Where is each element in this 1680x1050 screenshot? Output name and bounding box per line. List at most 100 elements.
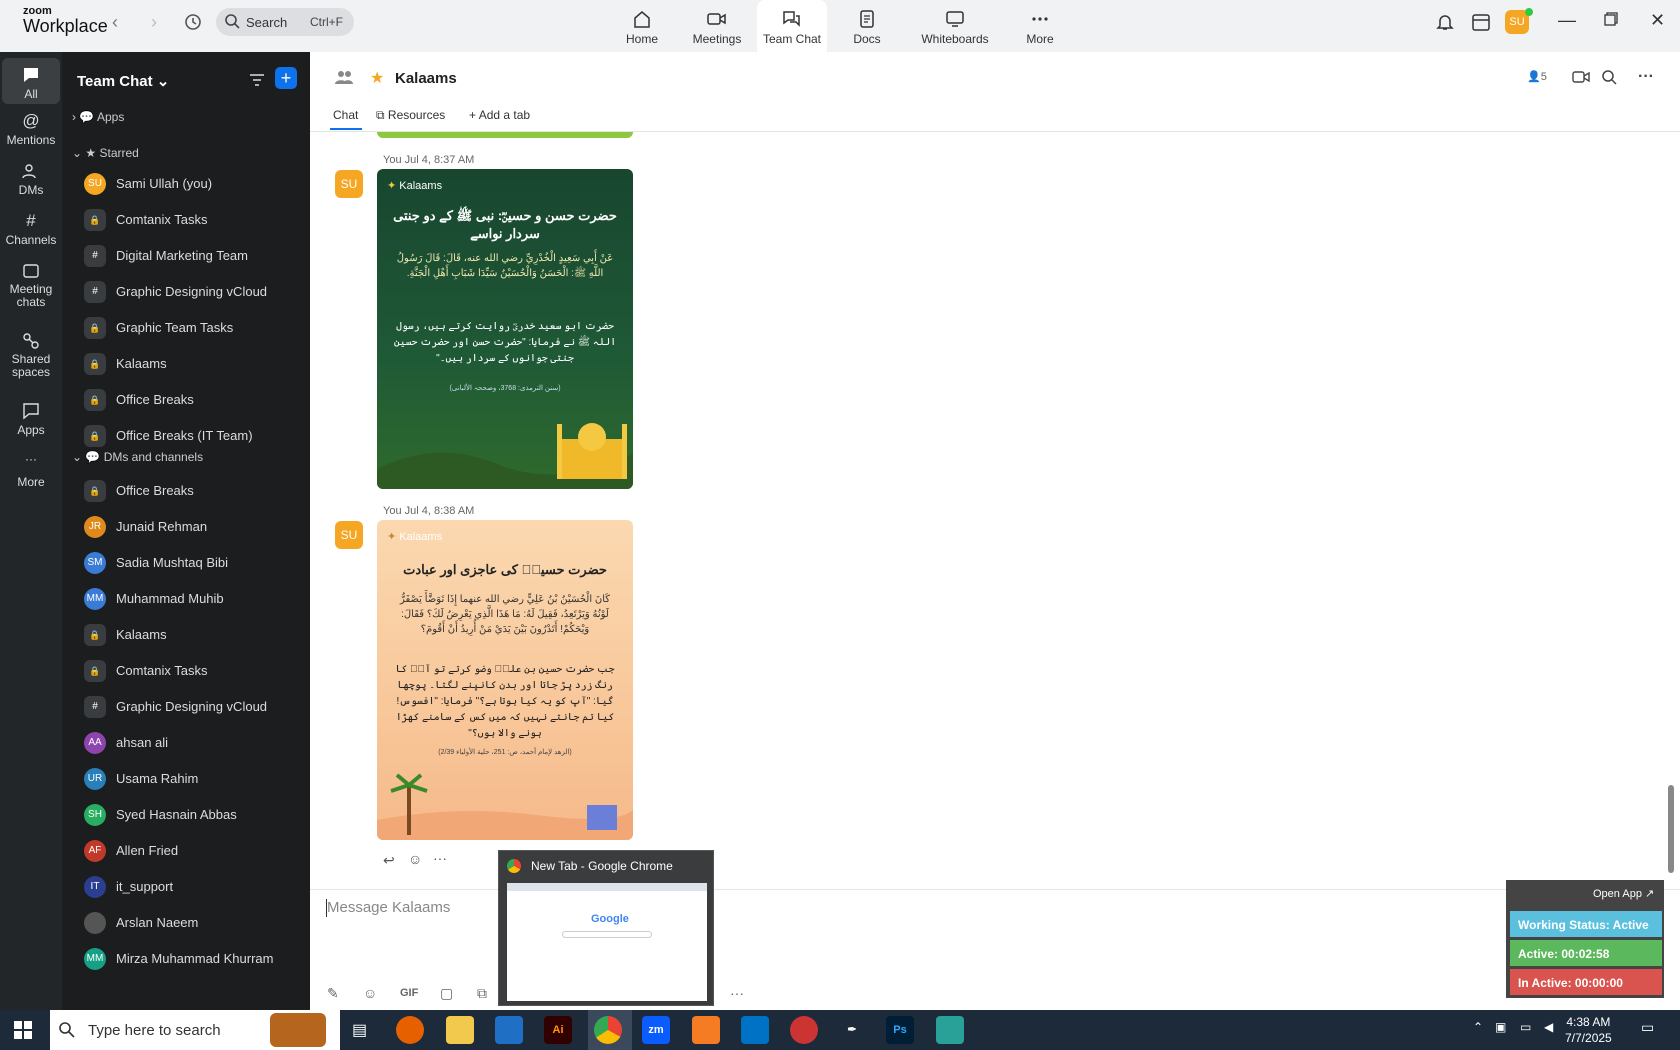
windows-start-icon[interactable]	[14, 1021, 32, 1039]
pen-tool-icon[interactable]: ✒	[838, 1016, 866, 1044]
bell-icon[interactable]	[1435, 12, 1455, 32]
chrome-taskbar-icon[interactable]	[594, 1016, 622, 1044]
rail-more[interactable]: ··· More	[0, 453, 62, 489]
dms-section[interactable]: ⌄ 💬 DMs and channels	[72, 450, 203, 464]
tab-team-chat[interactable]: Team Chat	[757, 0, 827, 52]
composer-more-icon[interactable]: ···	[730, 985, 744, 1001]
list-item[interactable]: AF Allen Fried	[76, 835, 298, 867]
list-item[interactable]: SM Sadia Mushtaq Bibi	[76, 547, 298, 579]
list-item[interactable]: SH Syed Hasnain Abbas	[76, 799, 298, 831]
list-item[interactable]: # Graphic Designing vCloud	[76, 691, 298, 723]
star-icon[interactable]: ★	[370, 68, 384, 88]
file-icon[interactable]: ▢	[440, 985, 453, 1002]
outlook-icon[interactable]	[741, 1016, 769, 1044]
list-item[interactable]: SU Sami Ullah (you)	[76, 168, 298, 200]
open-app-link[interactable]: Open App ↗	[1593, 887, 1654, 900]
network-icon[interactable]: ▭	[1520, 1020, 1531, 1034]
forward-arrow-icon[interactable]: ›	[151, 12, 157, 33]
taskbar-preview[interactable]: New Tab - Google Chrome Google	[498, 850, 714, 1006]
message-input[interactable]: Message Kalaams	[327, 899, 450, 916]
tab-docs[interactable]: Docs	[847, 0, 887, 52]
search-box[interactable]: Search Ctrl+F	[216, 8, 354, 36]
list-item[interactable]: MM Mirza Muhammad Khurram	[76, 943, 298, 975]
tab-resources[interactable]: ⧉ Resources	[376, 108, 445, 123]
restore-icon[interactable]	[1604, 12, 1618, 26]
sender-avatar[interactable]: SU	[335, 170, 363, 198]
chat-scrollbar[interactable]	[1668, 785, 1674, 873]
emoji-icon[interactable]: ☺	[363, 985, 377, 1001]
minimize-icon[interactable]: —	[1558, 10, 1576, 31]
starred-section[interactable]: ⌄ ★ Starred	[72, 146, 139, 160]
list-item[interactable]: # Digital Marketing Team	[76, 240, 298, 272]
list-item[interactable]: 🔒 Comtanix Tasks	[76, 655, 298, 687]
video-call-icon[interactable]	[1572, 70, 1590, 84]
task-view-icon[interactable]: ▤	[352, 1020, 367, 1040]
rail-dms[interactable]: DMs	[0, 162, 62, 197]
tab-meetings[interactable]: Meetings	[690, 0, 744, 52]
zoom-taskbar-icon[interactable]: zm	[642, 1016, 670, 1044]
lock-icon: 🔒	[84, 317, 106, 339]
rail-meeting-chats[interactable]: Meeting chats	[0, 262, 62, 309]
list-item[interactable]: 🔒 Kalaams	[76, 619, 298, 651]
apps-section[interactable]: › 💬 Apps	[72, 110, 124, 124]
gif-button[interactable]: GIF	[400, 987, 418, 999]
tab-whiteboards[interactable]: Whiteboards	[917, 0, 993, 52]
photoshop-icon[interactable]: Ps	[886, 1016, 914, 1044]
rail-all[interactable]: All	[2, 58, 60, 104]
list-item[interactable]: 🔒 Office Breaks (IT Team)	[76, 420, 298, 452]
file-explorer-icon[interactable]	[446, 1016, 474, 1044]
list-item-label: Comtanix Tasks	[116, 212, 208, 227]
vscode-icon[interactable]	[495, 1016, 523, 1044]
notification-icon[interactable]: ▭	[1641, 1019, 1654, 1036]
list-item[interactable]: AA ahsan ali	[76, 727, 298, 759]
illustrator-icon[interactable]: Ai	[544, 1016, 572, 1044]
message-more-icon[interactable]: ···	[433, 850, 447, 866]
tab-add[interactable]: + Add a tab	[469, 108, 530, 122]
more-options-icon[interactable]: ···	[1638, 68, 1654, 86]
new-chat-button[interactable]: +	[275, 67, 297, 89]
shared-spaces-icon	[21, 332, 41, 350]
rail-shared-spaces[interactable]: Shared spaces	[0, 332, 62, 379]
search-channel-icon[interactable]	[1601, 69, 1617, 85]
filter-icon[interactable]	[248, 72, 266, 88]
list-item[interactable]: Arslan Naeem	[76, 907, 298, 939]
close-icon[interactable]: ✕	[1650, 10, 1665, 31]
sender-avatar[interactable]: SU	[335, 521, 363, 549]
list-item[interactable]: IT it_support	[76, 871, 298, 903]
taskbar-clock[interactable]: 4:38 AM 7/7/2025	[1565, 1014, 1612, 1046]
list-item[interactable]: MM Muhammad Muhib	[76, 583, 298, 615]
add-reaction-icon[interactable]: ☺	[408, 851, 422, 867]
star-icon: ★	[85, 146, 97, 160]
format-icon[interactable]: ✎	[327, 985, 339, 1002]
list-item[interactable]: 🔒 Office Breaks	[76, 475, 298, 507]
message-image-card[interactable]: ✦ Kalaams حضرت حسن و حسینؓ: نبی ﷺ کے دو …	[377, 169, 633, 489]
rail-apps[interactable]: Apps	[0, 402, 62, 437]
tab-home[interactable]: Home	[620, 0, 664, 52]
list-item[interactable]: 🔒 Office Breaks	[76, 384, 298, 416]
rail-channels[interactable]: # Channels	[0, 212, 62, 248]
list-item[interactable]: 🔒 Kalaams	[76, 348, 298, 380]
list-item[interactable]: # Graphic Designing vCloud	[76, 276, 298, 308]
tab-more[interactable]: More	[1025, 0, 1055, 52]
history-icon[interactable]	[183, 12, 203, 32]
tray-app-icon[interactable]: ▣	[1495, 1020, 1506, 1034]
back-arrow-icon[interactable]: ‹	[112, 12, 118, 33]
list-item[interactable]: 🔒 Graphic Team Tasks	[76, 312, 298, 344]
creative-cloud-icon[interactable]	[790, 1016, 818, 1044]
list-item[interactable]: JR Junaid Rehman	[76, 511, 298, 543]
tray-chevron-icon[interactable]: ⌃	[1473, 1020, 1483, 1034]
volume-icon[interactable]: ◀	[1544, 1020, 1553, 1034]
tab-chat[interactable]: Chat	[333, 108, 358, 122]
screenshot-icon[interactable]: ⧉	[477, 985, 487, 1002]
rail-mentions[interactable]: @ Mentions	[0, 112, 62, 148]
reply-icon[interactable]: ↩	[383, 852, 395, 869]
xampp-icon[interactable]	[692, 1016, 720, 1044]
list-item[interactable]: 🔒 Comtanix Tasks	[76, 204, 298, 236]
members-count[interactable]: 👤5	[1527, 70, 1547, 83]
list-item[interactable]: UR Usama Rahim	[76, 763, 298, 795]
team-chat-header[interactable]: Team Chat ⌄	[77, 72, 169, 90]
firefox-icon[interactable]	[396, 1016, 424, 1044]
message-image-card[interactable]: ✦ Kalaams حضرت حسینؓ کی عاجزی اور عبادت …	[377, 520, 633, 840]
calendar-icon[interactable]	[1471, 12, 1491, 32]
app-icon[interactable]	[936, 1016, 964, 1044]
